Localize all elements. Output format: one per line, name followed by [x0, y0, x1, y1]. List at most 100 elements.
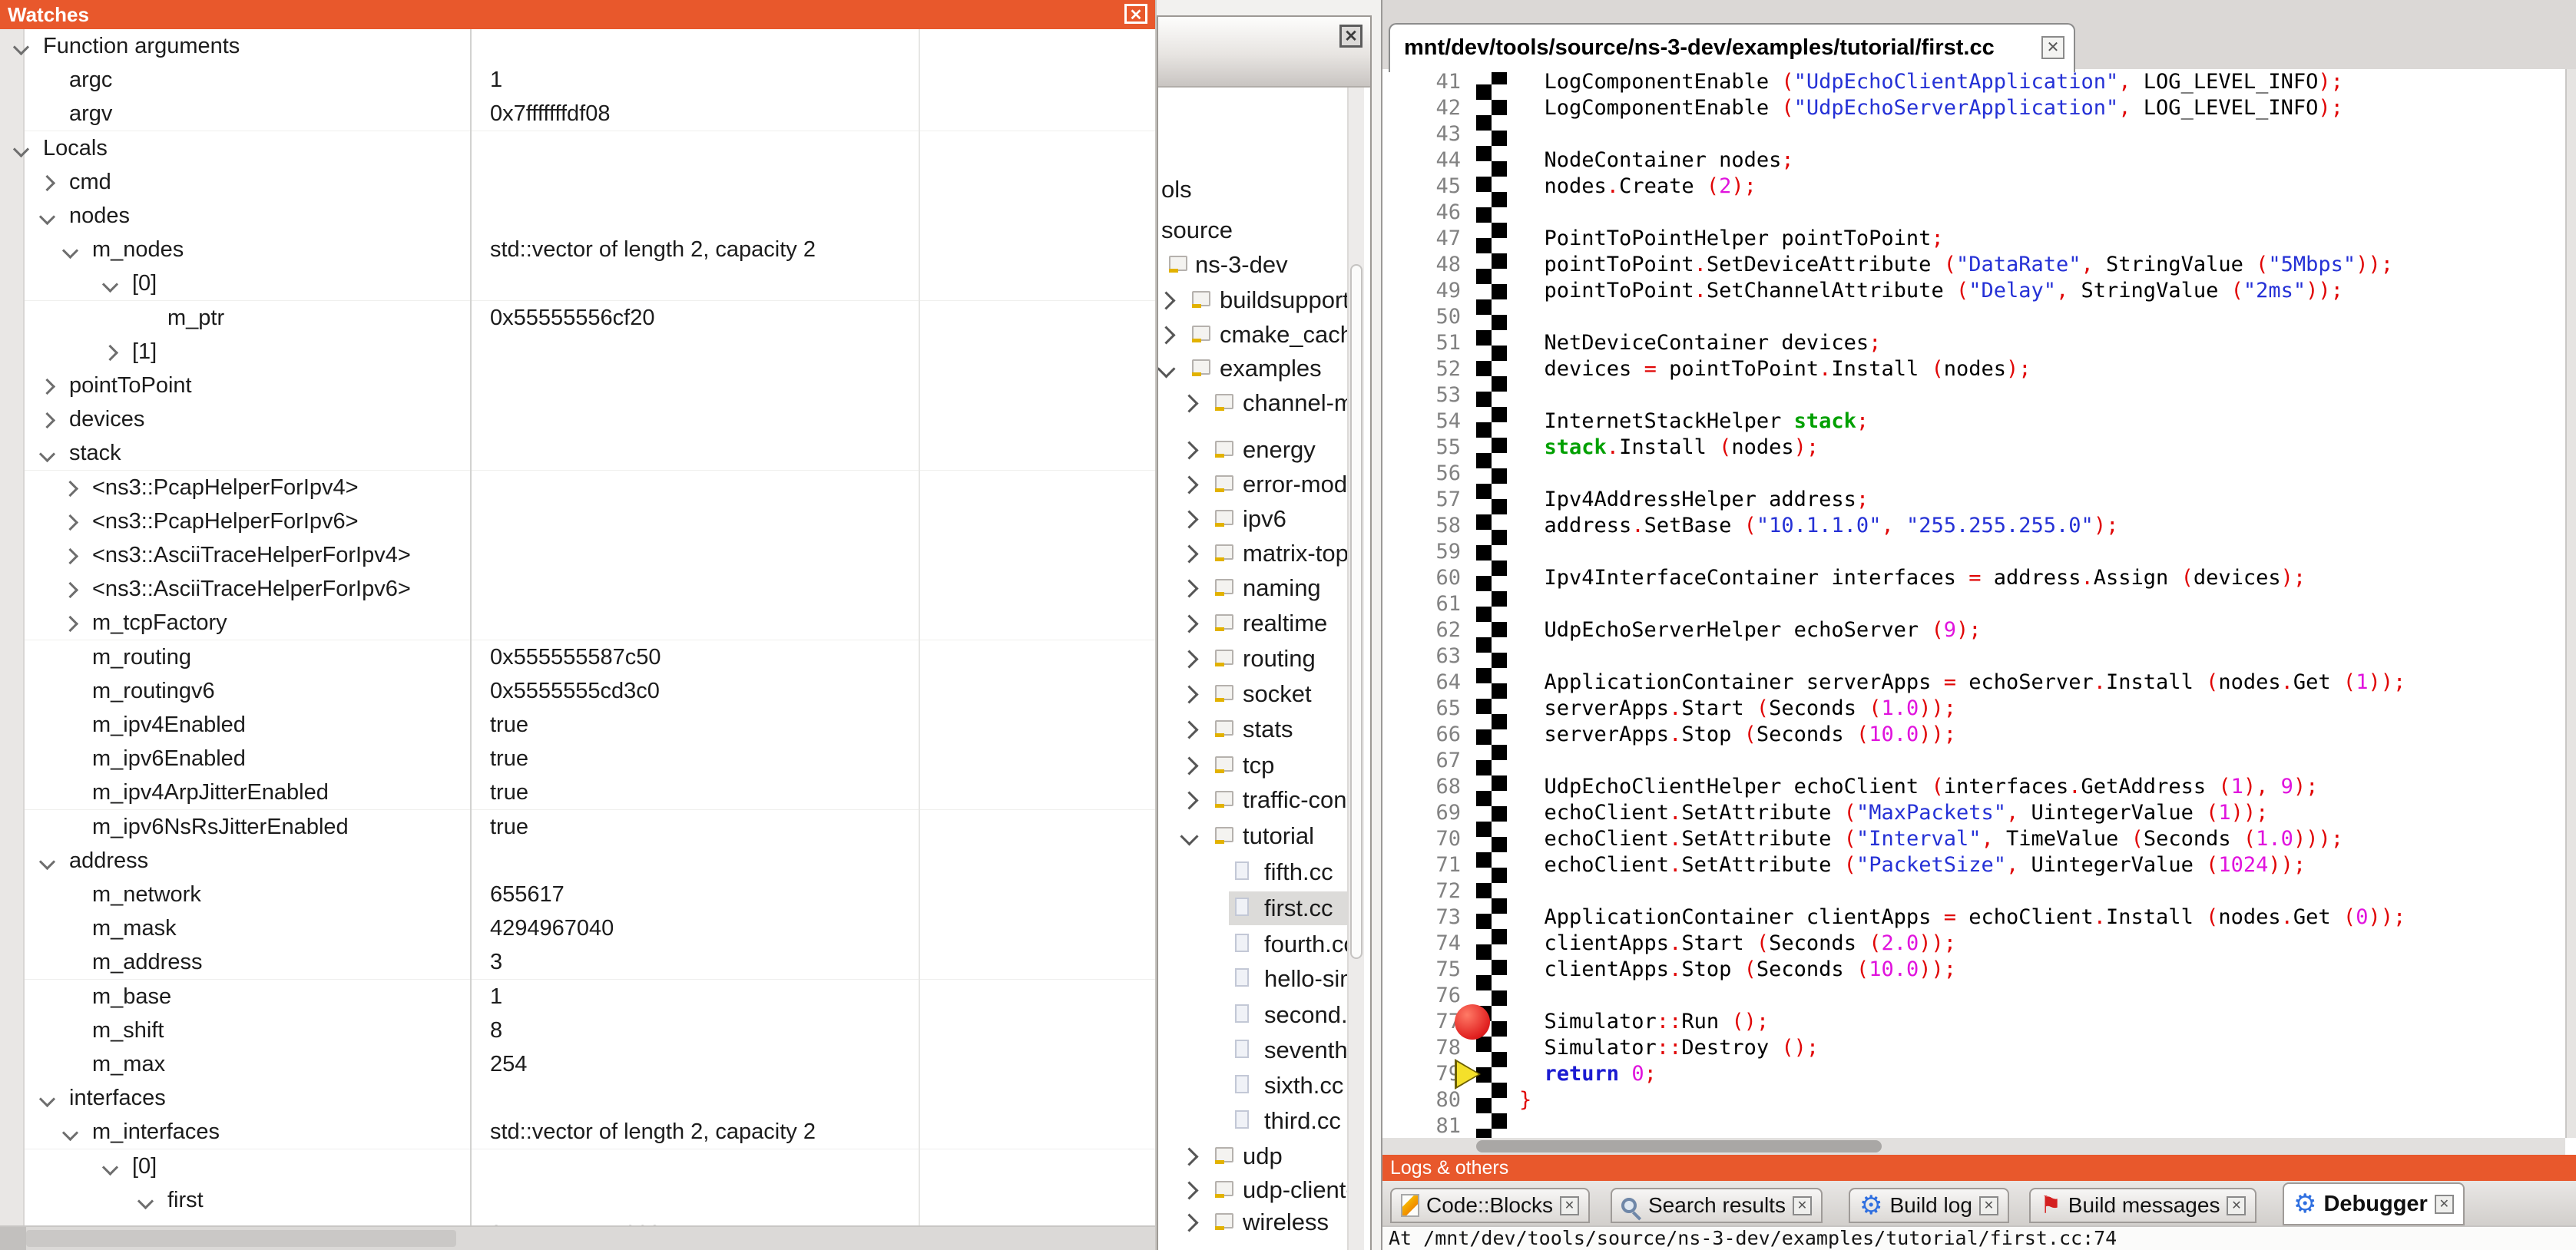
tree-item-error-model[interactable]: error-model [1158, 468, 1350, 501]
close-icon[interactable]: ✕ [1339, 25, 1362, 48]
expand-icon[interactable] [1180, 791, 1198, 809]
watch-row-m-max[interactable]: m_max254 [0, 1047, 1155, 1083]
tree-item-channel-mod[interactable]: channel-mod [1158, 386, 1350, 420]
code-line-46[interactable]: 46 [1382, 200, 2565, 226]
tree-item-sixth-cc[interactable]: sixth.cc [1158, 1069, 1350, 1103]
expand-icon[interactable] [1180, 1213, 1198, 1232]
code-line-67[interactable]: 67 [1382, 748, 2565, 774]
expand-icon[interactable] [1180, 394, 1198, 412]
tab-code-blocks[interactable]: Code::Blocks✕ [1390, 1188, 1590, 1223]
expand-icon[interactable] [62, 481, 78, 497]
expand-icon[interactable] [1180, 756, 1198, 775]
code-line-41[interactable]: 41 LogComponentEnable ("UdpEchoClientApp… [1382, 69, 2565, 95]
editor-tab-first-cc[interactable]: mnt/dev/tools/source/ns-3-dev/examples/t… [1389, 23, 2075, 72]
tree-item-fifth-cc[interactable]: fifth.cc [1158, 855, 1350, 889]
watch-row-first[interactable]: first [0, 1183, 1155, 1219]
watch-row-m-tcpfactory[interactable]: m_tcpFactory [0, 606, 1155, 641]
tree-item-fourth-cc[interactable]: fourth.cc [1158, 928, 1350, 961]
expand-icon[interactable] [62, 616, 78, 632]
watches-horizontal-scrollbar[interactable] [0, 1225, 1155, 1250]
code-line-77[interactable]: 77 Simulator::Run (); [1382, 1009, 2565, 1035]
tree-item-udp[interactable]: udp [1158, 1139, 1350, 1173]
tree-item-buildsupport[interactable]: buildsupport [1158, 283, 1350, 317]
close-icon[interactable]: ✕ [1124, 4, 1147, 24]
watch-row-m-ptr[interactable]: m_ptr0x5555555ca660 [0, 1217, 1155, 1225]
code-line-66[interactable]: 66 serverApps.Stop (Seconds (10.0)); [1382, 722, 2565, 748]
code-line-50[interactable]: 50 [1382, 304, 2565, 330]
tree-item-routing[interactable]: routing [1158, 642, 1350, 676]
code-line-55[interactable]: 55 stack.Install (nodes); [1382, 435, 2565, 461]
watch-row-ns3-pcaphelperforipv4[interactable]: <ns3::PcapHelperForIpv4> [0, 471, 1155, 506]
watch-row-ns3-asciitracehelperforipv4[interactable]: <ns3::AsciiTraceHelperForIpv4> [0, 538, 1155, 574]
tree-item-examples[interactable]: examples [1158, 352, 1350, 385]
close-icon[interactable]: ✕ [1560, 1196, 1579, 1215]
tab-debugger[interactable]: ⚙Debugger✕ [2283, 1182, 2465, 1225]
scrollbar-thumb[interactable] [1350, 264, 1362, 959]
watch-row-ns3-asciitracehelperforipv6[interactable]: <ns3::AsciiTraceHelperForIpv6> [0, 572, 1155, 607]
expand-icon[interactable] [1180, 1147, 1198, 1166]
collapse-icon[interactable] [39, 1091, 55, 1107]
watch-row-m-ipv6enabled[interactable]: m_ipv6Enabledtrue [0, 742, 1155, 777]
code-line-78[interactable]: 78 Simulator::Destroy (); [1382, 1035, 2565, 1061]
watch-row-m-routing[interactable]: m_routing0x555555587c50 [0, 640, 1155, 676]
watch-row-m-interfaces[interactable]: m_interfacesstd::vector of length 2, cap… [0, 1115, 1155, 1150]
close-icon[interactable]: ✕ [1793, 1196, 1812, 1215]
watch-row-cmd[interactable]: cmd [0, 165, 1155, 200]
close-icon[interactable]: ✕ [2435, 1195, 2454, 1214]
watch-row-m-ptr[interactable]: m_ptr0x55555556cf20 [0, 301, 1155, 336]
tree-item-second-cc[interactable]: second.cc [1158, 998, 1350, 1032]
expand-icon[interactable] [1180, 1181, 1198, 1199]
code-line-71[interactable]: 71 echoClient.SetAttribute ("PacketSize"… [1382, 852, 2565, 878]
watch-row-nodes[interactable]: nodes [0, 199, 1155, 234]
watch-row-m-ipv6nsrsjitterenabled[interactable]: m_ipv6NsRsJitterEnabledtrue [0, 810, 1155, 845]
expand-icon[interactable] [1180, 544, 1198, 563]
expand-icon[interactable] [1180, 685, 1198, 703]
collapse-icon[interactable] [39, 854, 55, 870]
tree-item-traffic-contro[interactable]: traffic-contro [1158, 783, 1350, 817]
code-line-57[interactable]: 57 Ipv4AddressHelper address; [1382, 487, 2565, 513]
watch-row-stack[interactable]: stack [0, 436, 1155, 471]
collapse-icon[interactable] [39, 446, 55, 462]
watch-row-1[interactable]: [1] [0, 335, 1155, 370]
code-line-56[interactable]: 56 [1382, 461, 2565, 487]
expand-icon[interactable] [1158, 291, 1176, 309]
code-line-54[interactable]: 54 InternetStackHelper stack; [1382, 408, 2565, 435]
code-line-49[interactable]: 49 pointToPoint.SetChannelAttribute ("De… [1382, 278, 2565, 304]
close-icon[interactable]: ✕ [2041, 36, 2064, 59]
watch-row-ns3-pcaphelperforipv6[interactable]: <ns3::PcapHelperForIpv6> [0, 504, 1155, 540]
code-line-73[interactable]: 73 ApplicationContainer clientApps = ech… [1382, 904, 2565, 931]
tree-item-tcp[interactable]: tcp [1158, 749, 1350, 782]
code-line-72[interactable]: 72 [1382, 878, 2565, 904]
collapse-icon[interactable] [102, 276, 118, 293]
code-line-79[interactable]: 79 return 0; [1382, 1061, 2565, 1087]
tree-item-udp-client-ser[interactable]: udp-client-ser [1158, 1173, 1350, 1207]
code-line-69[interactable]: 69 echoClient.SetAttribute ("MaxPackets"… [1382, 800, 2565, 826]
watch-row-m-base[interactable]: m_base1 [0, 980, 1155, 1015]
tree-item-first-cc[interactable]: first.cc [1158, 891, 1350, 925]
editor-vertical-scrollbar[interactable] [2565, 69, 2576, 1138]
code-line-61[interactable]: 61 [1382, 591, 2565, 617]
code-line-64[interactable]: 64 ApplicationContainer serverApps = ech… [1382, 670, 2565, 696]
watch-row-function-arguments[interactable]: Function arguments [0, 29, 1155, 64]
code-line-62[interactable]: 62 UdpEchoServerHelper echoServer (9); [1382, 617, 2565, 643]
watch-row-0[interactable]: [0] [0, 1149, 1155, 1185]
watch-row-address[interactable]: address [0, 844, 1155, 879]
code-line-63[interactable]: 63 [1382, 643, 2565, 670]
collapse-icon[interactable] [39, 209, 55, 225]
code-line-81[interactable]: 81 [1382, 1113, 2565, 1138]
code-line-74[interactable]: 74 clientApps.Start (Seconds (2.0)); [1382, 931, 2565, 957]
code-line-44[interactable]: 44 NodeContainer nodes; [1382, 147, 2565, 174]
code-line-53[interactable]: 53 [1382, 382, 2565, 408]
tree-item-realtime[interactable]: realtime [1158, 607, 1350, 640]
tree-item-seventh-cc[interactable]: seventh.cc [1158, 1033, 1350, 1067]
code-line-68[interactable]: 68 UdpEchoClientHelper echoClient (inter… [1382, 774, 2565, 800]
breakpoint-icon[interactable] [1455, 1004, 1490, 1040]
expand-icon[interactable] [1180, 441, 1198, 459]
collapse-icon[interactable] [1180, 827, 1198, 845]
tab-search-results[interactable]: Search results✕ [1611, 1188, 1823, 1223]
editor-horizontal-scrollbar[interactable] [1382, 1138, 2565, 1155]
code-area[interactable]: 41 LogComponentEnable ("UdpEchoClientApp… [1382, 69, 2565, 1138]
watch-row-m-address[interactable]: m_address3 [0, 945, 1155, 980]
collapse-icon[interactable] [102, 1159, 118, 1176]
tree-item-ns-3-dev[interactable]: ns-3-dev [1158, 248, 1350, 282]
